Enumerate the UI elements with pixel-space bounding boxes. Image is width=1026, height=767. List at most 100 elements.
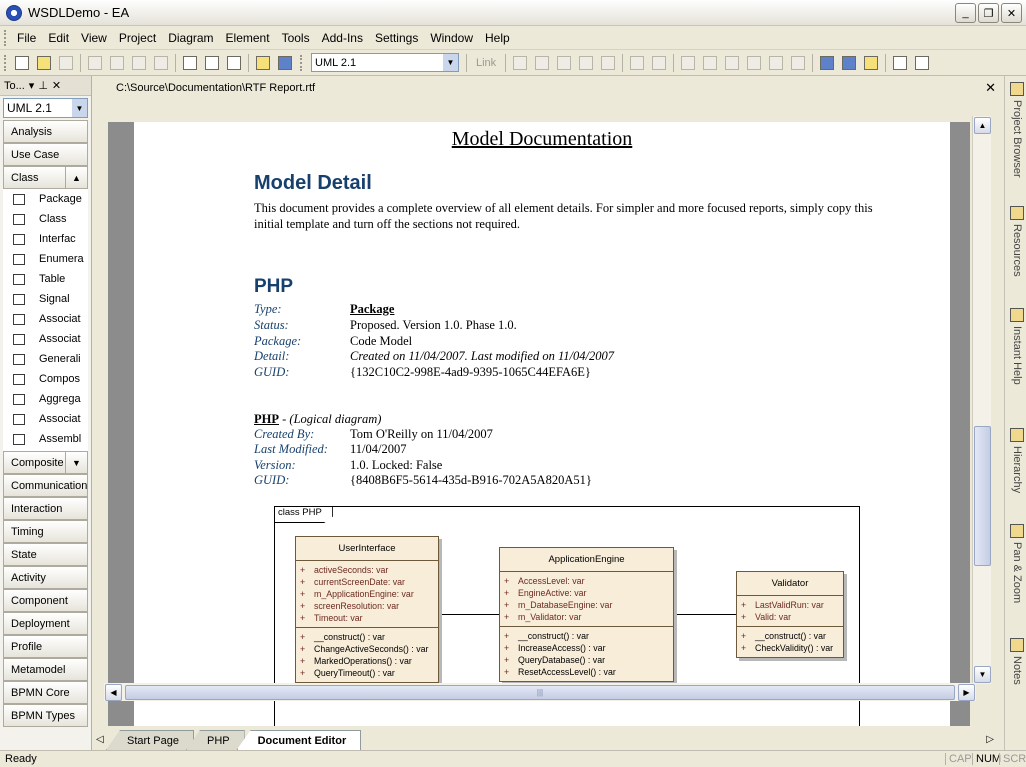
class-userinterface[interactable]: UserInterface + activeSeconds: var + curre… [295, 536, 439, 683]
tool-association[interactable]: Associat [3, 309, 88, 329]
tool-package[interactable]: Package [3, 189, 88, 209]
pin-icon[interactable]: ⊥ [38, 79, 48, 92]
back-arrow-icon[interactable] [818, 54, 836, 72]
home-icon[interactable] [862, 54, 880, 72]
align-left-icon[interactable] [679, 54, 697, 72]
same-size-icon[interactable] [767, 54, 785, 72]
cut-icon[interactable] [86, 54, 104, 72]
print-icon[interactable] [225, 54, 243, 72]
dropdown-icon[interactable]: ▾ [29, 79, 35, 92]
panel-project-browser[interactable]: Project Browser [1007, 82, 1026, 178]
category-profile[interactable]: Profile [3, 635, 88, 658]
notes-icon[interactable] [254, 54, 272, 72]
paste-icon[interactable] [130, 54, 148, 72]
menu-file[interactable]: File [11, 31, 42, 45]
panel-resources[interactable]: Resources [1007, 206, 1026, 277]
menu-project[interactable]: Project [113, 31, 162, 45]
connector-icon[interactable] [650, 54, 668, 72]
tool-assembly[interactable]: Assembl [3, 429, 88, 449]
save-icon[interactable] [57, 54, 75, 72]
category-class[interactable]: Class ▲ [3, 166, 88, 189]
minimize-button[interactable]: _ [955, 3, 976, 23]
close-button[interactable]: ✕ [1001, 3, 1022, 23]
menu-diagram[interactable]: Diagram [162, 31, 219, 45]
tool-signal[interactable]: Signal [3, 289, 88, 309]
menu-view[interactable]: View [75, 31, 113, 45]
tool-table[interactable]: Table [3, 269, 88, 289]
panel-notes[interactable]: Notes [1007, 638, 1026, 685]
category-activity[interactable]: Activity [3, 566, 88, 589]
forward-arrow-icon[interactable] [840, 54, 858, 72]
link-button[interactable]: Link [476, 57, 496, 69]
toolbar-uml-select[interactable]: UML 2.1 ▼ [311, 53, 459, 72]
zoom-in-icon[interactable] [891, 54, 909, 72]
search-icon[interactable] [203, 54, 221, 72]
panel-hierarchy[interactable]: Hierarchy [1007, 428, 1026, 493]
menu-window[interactable]: Window [424, 31, 479, 45]
category-use-case[interactable]: Use Case [3, 143, 88, 166]
align-bottom-icon[interactable] [745, 54, 763, 72]
tab-document-editor[interactable]: Document Editor [236, 730, 362, 750]
print-preview-icon[interactable] [181, 54, 199, 72]
panel-pan-zoom[interactable]: Pan & Zoom [1007, 524, 1026, 603]
app-icon[interactable] [6, 4, 22, 21]
chevron-down-icon[interactable]: ▼ [72, 99, 87, 117]
horizontal-scrollbar[interactable]: ◀ ||| ▶ [104, 683, 976, 701]
category-component[interactable]: Component [3, 589, 88, 612]
diagram-icon[interactable] [628, 54, 646, 72]
close-icon[interactable]: ✕ [985, 80, 996, 96]
close-icon[interactable]: ✕ [52, 79, 61, 92]
book-icon[interactable] [276, 54, 294, 72]
tab-start-page[interactable]: Start Page [106, 730, 194, 750]
scroll-right-icon[interactable]: ▶ [958, 683, 975, 701]
text-icon[interactable] [555, 54, 573, 72]
menu-add-ins[interactable]: Add-Ins [316, 31, 369, 45]
new-file-icon[interactable] [13, 54, 31, 72]
category-timing[interactable]: Timing [3, 520, 88, 543]
copy-icon[interactable] [108, 54, 126, 72]
tool-generalization[interactable]: Generali [3, 349, 88, 369]
scroll-thumb[interactable] [974, 426, 991, 566]
tab-php[interactable]: PHP [185, 730, 245, 750]
menu-tools[interactable]: Tools [276, 31, 316, 45]
open-folder-icon[interactable] [35, 54, 53, 72]
document-page[interactable]: Model Documentation Model Detail This do… [134, 122, 950, 726]
menu-element[interactable]: Element [220, 31, 276, 45]
tool-class[interactable]: Class [3, 209, 88, 229]
category-analysis[interactable]: Analysis [3, 120, 88, 143]
category-state[interactable]: State [3, 543, 88, 566]
scroll-down-icon[interactable]: ▼ [974, 666, 991, 683]
category-interaction[interactable]: Interaction [3, 497, 88, 520]
note-icon[interactable] [533, 54, 551, 72]
tool-composition[interactable]: Compos [3, 369, 88, 389]
tool-enumeration[interactable]: Enumera [3, 249, 88, 269]
layout-icon[interactable] [599, 54, 617, 72]
align-center-icon[interactable] [701, 54, 719, 72]
align-top-icon[interactable] [723, 54, 741, 72]
tool-association-line[interactable]: Associat [3, 329, 88, 349]
menu-grip[interactable] [4, 29, 7, 46]
association-line[interactable] [674, 614, 736, 615]
toolbox-uml-select[interactable]: UML 2.1 ▼ [3, 98, 88, 118]
association-line[interactable] [439, 614, 499, 615]
panel-instant-help[interactable]: Instant Help [1007, 308, 1026, 385]
category-bpmn-types[interactable]: BPMN Types [3, 704, 88, 727]
menu-settings[interactable]: Settings [369, 31, 424, 45]
category-composite[interactable]: Composite ▼ [3, 451, 88, 474]
tool-aggregation[interactable]: Aggrega [3, 389, 88, 409]
element-icon[interactable] [511, 54, 529, 72]
class-applicationengine[interactable]: ApplicationEngine + AccessLevel: var + Eng… [499, 547, 674, 682]
vertical-scrollbar[interactable]: ▲ ▼ [972, 116, 991, 684]
category-deployment[interactable]: Deployment [3, 612, 88, 635]
scroll-left-icon[interactable]: ◀ [105, 683, 122, 701]
tool-interface[interactable]: Interfac [3, 229, 88, 249]
collapse-icon[interactable]: ▲ [65, 167, 87, 188]
zoom-out-icon[interactable] [913, 54, 931, 72]
scroll-thumb[interactable]: ||| [125, 684, 955, 700]
tool-association-class[interactable]: Associat [3, 409, 88, 429]
category-metamodel[interactable]: Metamodel [3, 658, 88, 681]
category-communication[interactable]: Communication [3, 474, 88, 497]
distribute-icon[interactable] [789, 54, 807, 72]
restore-button[interactable]: ❐ [978, 3, 999, 23]
category-bpmn-core[interactable]: BPMN Core [3, 681, 88, 704]
